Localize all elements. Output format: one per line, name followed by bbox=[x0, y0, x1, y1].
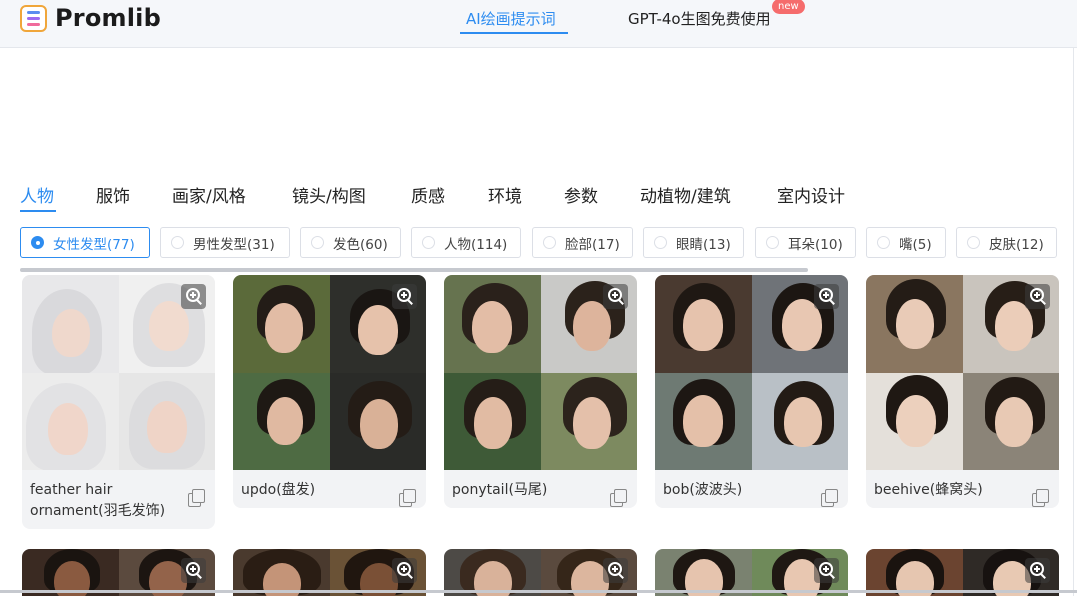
list-icon bbox=[20, 4, 47, 32]
tab-artist-style[interactable]: 画家/风格 bbox=[172, 182, 246, 207]
prompt-card[interactable] bbox=[22, 549, 215, 596]
zoom-in-icon[interactable] bbox=[603, 558, 628, 583]
filter-label: 发色(60) bbox=[333, 236, 388, 253]
prompt-card[interactable]: beehive(蜂窝头) bbox=[866, 275, 1059, 508]
zoom-in-icon[interactable] bbox=[181, 284, 206, 309]
tab-parameters[interactable]: 参数 bbox=[564, 182, 598, 207]
radio-icon bbox=[967, 236, 980, 249]
copy-icon[interactable] bbox=[821, 489, 838, 507]
top-header: Promlib AI绘画提示词 GPT-4o生图免费使用 new bbox=[0, 0, 1077, 48]
filter-label: 嘴(5) bbox=[899, 236, 932, 253]
card-title: ponytail(马尾) bbox=[452, 482, 548, 498]
logo[interactable]: Promlib bbox=[20, 4, 161, 32]
filter-hair-color[interactable]: 发色(60) bbox=[300, 227, 401, 258]
prompt-card[interactable] bbox=[866, 549, 1059, 596]
copy-icon[interactable] bbox=[610, 489, 627, 507]
radio-icon bbox=[311, 236, 324, 249]
copy-icon[interactable] bbox=[188, 489, 205, 507]
page-divider bbox=[1073, 48, 1074, 596]
filter-eyes[interactable]: 眼睛(13) bbox=[643, 227, 744, 258]
radio-icon bbox=[422, 236, 435, 249]
filter-label: 眼睛(13) bbox=[676, 236, 731, 253]
filter-label: 脸部(17) bbox=[565, 236, 620, 253]
radio-icon bbox=[654, 236, 667, 249]
category-active-indicator bbox=[20, 210, 56, 212]
zoom-in-icon[interactable] bbox=[814, 558, 839, 583]
copy-icon[interactable] bbox=[1032, 489, 1049, 507]
tab-lens-composition[interactable]: 镜头/构图 bbox=[292, 182, 366, 207]
radio-icon bbox=[766, 236, 779, 249]
filter-mouth[interactable]: 嘴(5) bbox=[866, 227, 946, 258]
zoom-in-icon[interactable] bbox=[392, 558, 417, 583]
prompt-card[interactable]: ponytail(马尾) bbox=[444, 275, 637, 508]
filter-people[interactable]: 人物(114) bbox=[411, 227, 521, 258]
tab-animals-architecture[interactable]: 动植物/建筑 bbox=[640, 182, 731, 207]
page-horizontal-scrollbar[interactable] bbox=[0, 590, 1077, 593]
card-title: feather hair ornament(羽毛发饰) bbox=[30, 482, 166, 519]
prompt-card[interactable]: updo(盘发) bbox=[233, 275, 426, 508]
zoom-in-icon[interactable] bbox=[181, 558, 206, 583]
nav-gpt4o-free[interactable]: GPT-4o生图免费使用 bbox=[628, 8, 771, 29]
card-title: updo(盘发) bbox=[241, 482, 316, 498]
logo-text: Promlib bbox=[55, 4, 161, 32]
filter-label: 皮肤(12) bbox=[989, 236, 1044, 253]
radio-icon bbox=[31, 236, 44, 249]
radio-icon bbox=[877, 236, 890, 249]
prompt-card[interactable] bbox=[655, 549, 848, 596]
filter-face[interactable]: 脸部(17) bbox=[532, 227, 633, 258]
card-title: bob(波波头) bbox=[663, 482, 743, 498]
radio-icon bbox=[171, 236, 184, 249]
filter-male-hairstyle[interactable]: 男性发型(31) bbox=[160, 227, 290, 258]
zoom-in-icon[interactable] bbox=[603, 284, 628, 309]
prompt-card[interactable] bbox=[444, 549, 637, 596]
tab-texture[interactable]: 质感 bbox=[411, 182, 445, 207]
tab-clothing[interactable]: 服饰 bbox=[96, 182, 130, 207]
prompt-card[interactable] bbox=[233, 549, 426, 596]
new-badge: new bbox=[772, 0, 805, 14]
nav-ai-prompts[interactable]: AI绘画提示词 bbox=[466, 8, 556, 29]
zoom-in-icon[interactable] bbox=[1025, 558, 1050, 583]
zoom-in-icon[interactable] bbox=[392, 284, 417, 309]
filter-label: 女性发型(77) bbox=[53, 236, 135, 253]
zoom-in-icon[interactable] bbox=[814, 284, 839, 309]
filter-ears[interactable]: 耳朵(10) bbox=[755, 227, 856, 258]
filter-horizontal-scrollbar[interactable] bbox=[20, 268, 808, 272]
prompt-card[interactable]: feather hair ornament(羽毛发饰) bbox=[22, 275, 215, 529]
zoom-in-icon[interactable] bbox=[1025, 284, 1050, 309]
filter-label: 男性发型(31) bbox=[193, 236, 275, 253]
tab-people[interactable]: 人物 bbox=[20, 182, 54, 207]
filter-female-hairstyle[interactable]: 女性发型(77) bbox=[20, 227, 150, 258]
filter-label: 人物(114) bbox=[444, 236, 508, 253]
nav-active-indicator bbox=[460, 32, 568, 34]
tab-environment[interactable]: 环境 bbox=[488, 182, 522, 207]
tab-interior-design[interactable]: 室内设计 bbox=[777, 182, 845, 207]
radio-icon bbox=[543, 236, 556, 249]
copy-icon[interactable] bbox=[399, 489, 416, 507]
filter-skin[interactable]: 皮肤(12) bbox=[956, 227, 1057, 258]
prompt-card[interactable]: bob(波波头) bbox=[655, 275, 848, 508]
filter-label: 耳朵(10) bbox=[788, 236, 843, 253]
card-title: beehive(蜂窝头) bbox=[874, 482, 983, 498]
